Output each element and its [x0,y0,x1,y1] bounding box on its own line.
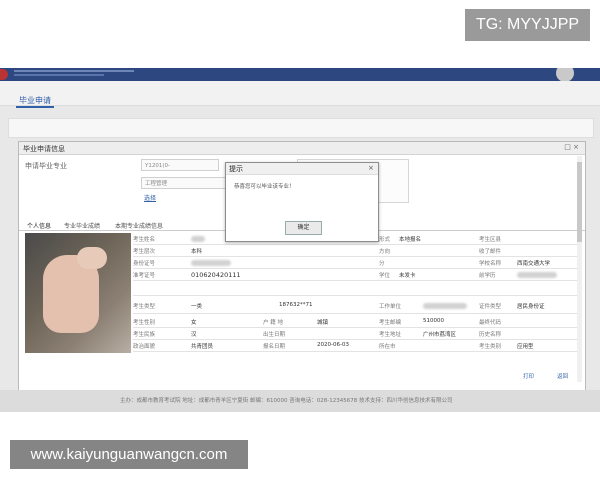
print-button[interactable]: 打印 [523,372,534,380]
work-label: 工作单位 [379,304,402,310]
header-title-bar [14,70,134,72]
cert-value: 居民身份证 [517,304,545,310]
reg-label: 户 籍 地 [263,320,283,326]
signup-value: 2020-06-03 [317,342,349,348]
student-photo [25,233,131,353]
close-icon[interactable]: × [368,164,374,172]
nation-value: 汉 [191,332,197,338]
logo-icon [0,69,8,80]
reg-value: 城镇 [317,320,329,326]
app-header [0,68,600,82]
cert-label: 证件类型 [479,304,502,310]
tab-major-scores[interactable]: 专业毕业成绩 [64,221,100,230]
type-value: 一类 [191,304,203,310]
header-subtitle-bar [14,74,104,76]
tab-personal-info[interactable]: 个人信息 [27,221,51,230]
footer-text: 主办：成都市教育考试院 地址：成都市青羊区宁夏街 邮编：610000 咨询电话：… [120,398,453,404]
city-label: 所在市 [379,344,396,350]
watermark-top: TG: MYYJJPP [465,9,590,41]
signup-label: 报名日期 [263,344,286,350]
alert-title: 提示 [229,165,243,173]
back-button[interactable]: 返回 [557,372,568,380]
school-label: 学校名称 [479,261,502,267]
school-value: 西南交通大学 [517,261,551,267]
degree-value: 未发卡 [399,273,416,279]
sub-nav [0,81,600,106]
watermark-bottom: www.kaiyunguanwangcn.com [10,440,248,469]
address-value: 广州市荔湾区 [423,332,457,338]
form-label: 形式 [379,237,391,243]
birth-label: 出生日期 [263,332,286,338]
name-label: 考生姓名 [133,237,156,243]
dialog-scrollbar-thumb[interactable] [577,162,582,242]
dialog-window-controls[interactable]: □ × [564,143,579,151]
alert-titlebar: 提示 × [226,163,378,175]
address-label: 考生地址 [379,332,402,338]
hist-label: 历史名称 [479,332,502,338]
type-label: 考生类型 [133,304,156,310]
gender-value: 女 [191,320,197,326]
alert-dialog: 提示 × 恭喜您可以毕业该专业！ 确定 [225,162,379,242]
pre-label: 前学历 [479,273,496,279]
degree-label: 学位 [379,273,391,279]
major-code-field[interactable]: Y1201(0- [141,159,219,171]
gender-label: 考生性别 [133,320,156,326]
pre-value-blurred [517,272,557,278]
dialog-title: 毕业申请信息 [23,145,65,153]
cat-label: 考生类别 [479,344,502,350]
tab-current-scores[interactable]: 本期专业成绩信息 [115,221,163,230]
level-value: 本科 [191,249,203,255]
certno-value-blurred [191,260,231,266]
cat-value: 应用型 [517,344,534,350]
personal-info-grid: 考生姓名 考生层次 本科 身份证号 准考证号 010620420111 考生类型… [133,233,579,367]
ok-button[interactable]: 确定 [285,221,322,235]
name-value-blurred [191,236,205,242]
fin-label: 最终代码 [479,320,502,326]
politics-label: 政治面貌 [133,344,156,350]
level-label: 考生层次 [133,249,156,255]
certno-label: 身份证号 [133,261,156,267]
major-label: 申请毕业专业 [25,162,67,170]
area-label: 考生区县 [479,237,502,243]
nation-label: 考生民族 [133,332,156,338]
politics-value: 共青团员 [191,344,214,350]
direction-label: 方向 [379,249,391,255]
avatar[interactable] [556,68,574,82]
mail-label: 收了邮件 [479,249,502,255]
alert-message: 恭喜您可以毕业该专业！ [234,184,295,190]
examno-value: 010620420111 [191,271,241,279]
dialog-titlebar: 毕业申请信息 □ × [19,142,585,155]
select-major-link[interactable]: 选择 [144,193,156,202]
phone-value: 187632**71 [279,302,313,308]
zipcode-value: 510000 [423,318,444,324]
photo-thumb [77,247,107,269]
examno-label: 准考证号 [133,273,156,279]
score-label: 分 [379,261,385,267]
zipcode-label: 考生邮编 [379,320,402,326]
tab-graduation-apply[interactable]: 毕业申请 [16,95,54,108]
work-value-blurred [423,303,467,309]
form-value: 本地报名 [399,237,422,243]
background-panel [8,118,594,138]
